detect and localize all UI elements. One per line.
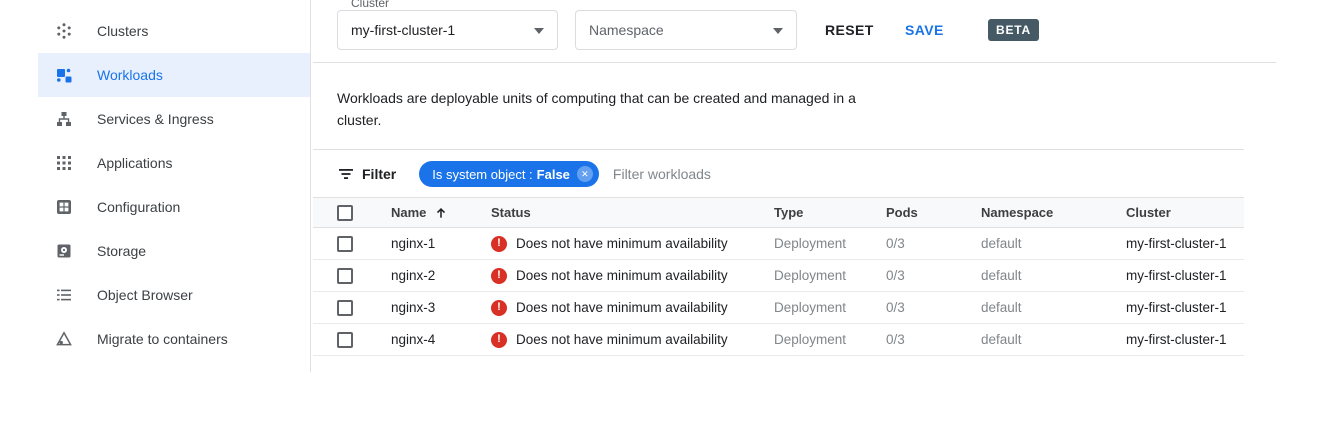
object-browser-icon [55, 286, 73, 304]
table-row[interactable]: nginx-3 ! Does not have minimum availabi… [313, 292, 1244, 324]
filter-chip-text: Is system object : [432, 166, 533, 182]
sort-ascending-icon [434, 206, 448, 220]
workload-cluster: my-first-cluster-1 [1126, 236, 1227, 251]
column-header-name[interactable]: Name [391, 205, 491, 220]
filter-icon [337, 165, 355, 183]
header-checkbox-cell [313, 204, 391, 221]
table-row[interactable]: nginx-4 ! Does not have minimum availabi… [313, 324, 1244, 356]
workload-type: Deployment [774, 332, 847, 347]
workloads-table: Name Status Type Pods Namespace Cluster … [313, 197, 1244, 356]
filter-chip[interactable]: Is system object : False ✕ [419, 161, 599, 187]
error-icon: ! [491, 235, 507, 252]
workload-status: ! Does not have minimum availability [491, 235, 774, 252]
error-icon: ! [491, 267, 507, 284]
sidebar-item-workloads[interactable]: Workloads [38, 53, 310, 97]
column-header-type[interactable]: Type [774, 204, 886, 222]
sidebar: Clusters Workloads Services & Ingress Ap… [0, 9, 310, 361]
workload-status: ! Does not have minimum availability [491, 299, 774, 316]
workload-type: Deployment [774, 268, 847, 283]
filter-chip-value: False [536, 166, 570, 182]
workload-namespace: default [981, 332, 1022, 347]
sidebar-item-applications[interactable]: Applications [38, 141, 310, 185]
row-checkbox[interactable] [337, 331, 353, 348]
clusters-icon [55, 22, 73, 40]
table-header-row: Name Status Type Pods Namespace Cluster [313, 197, 1244, 228]
workload-pods: 0/3 [886, 332, 905, 347]
sidebar-item-label: Clusters [97, 23, 149, 39]
select-all-checkbox[interactable] [337, 204, 353, 221]
sidebar-item-label: Services & Ingress [97, 111, 214, 127]
sidebar-item-object-browser[interactable]: Object Browser [38, 273, 310, 317]
workload-name: nginx-3 [391, 300, 436, 315]
cluster-select[interactable]: Cluster my-first-cluster-1 [337, 0, 558, 50]
status-text: Does not have minimum availability [516, 268, 728, 283]
sidebar-item-services-ingress[interactable]: Services & Ingress [38, 97, 310, 141]
workload-status: ! Does not have minimum availability [491, 267, 774, 284]
dropdown-arrow-icon [534, 28, 544, 34]
services-ingress-icon [55, 110, 73, 128]
configuration-icon [55, 198, 73, 216]
filter-workloads-input[interactable] [612, 166, 833, 182]
sidebar-item-migrate-to-containers[interactable]: Migrate to containers [38, 317, 310, 361]
workload-namespace: default [981, 268, 1022, 283]
filter-bar: Filter Is system object : False ✕ [337, 160, 833, 188]
error-icon: ! [491, 331, 507, 348]
status-text: Does not have minimum availability [516, 236, 728, 251]
sidebar-item-clusters[interactable]: Clusters [38, 9, 310, 53]
table-row[interactable]: nginx-2 ! Does not have minimum availabi… [313, 260, 1244, 292]
applications-icon [55, 154, 73, 172]
workload-namespace: default [981, 236, 1022, 251]
sidebar-item-label: Applications [97, 155, 173, 171]
error-icon: ! [491, 299, 507, 316]
workloads-icon [55, 66, 73, 84]
filter-label: Filter [362, 166, 397, 182]
cluster-select-value: my-first-cluster-1 [351, 22, 456, 38]
column-header-namespace[interactable]: Namespace [981, 204, 1126, 222]
workload-cluster: my-first-cluster-1 [1126, 332, 1227, 347]
toolbar-divider [313, 62, 1276, 63]
column-header-pods[interactable]: Pods [886, 204, 981, 222]
sidebar-item-label: Object Browser [97, 287, 193, 303]
description-divider [313, 149, 1244, 150]
status-text: Does not have minimum availability [516, 332, 728, 347]
sidebar-item-storage[interactable]: Storage [38, 229, 310, 273]
storage-icon [55, 242, 73, 260]
reset-button[interactable]: RESET [825, 22, 874, 38]
column-header-cluster[interactable]: Cluster [1126, 204, 1244, 222]
workload-name: nginx-2 [391, 268, 436, 283]
workload-namespace: default [981, 300, 1022, 315]
row-checkbox[interactable] [337, 235, 353, 252]
save-button[interactable]: SAVE [905, 22, 944, 38]
main-content: Cluster my-first-cluster-1 Namespace RES… [311, 0, 1322, 434]
sidebar-item-label: Storage [97, 243, 147, 259]
workload-pods: 0/3 [886, 300, 905, 315]
sidebar-item-label: Configuration [97, 199, 181, 215]
row-checkbox[interactable] [337, 267, 353, 284]
sidebar-item-label: Migrate to containers [97, 331, 228, 347]
workload-cluster: my-first-cluster-1 [1126, 300, 1227, 315]
beta-badge: BETA [988, 19, 1039, 41]
workload-type: Deployment [774, 300, 847, 315]
cluster-select-label: Cluster [347, 0, 394, 9]
row-checkbox[interactable] [337, 299, 353, 316]
sidebar-item-label: Workloads [97, 67, 163, 83]
workload-pods: 0/3 [886, 236, 905, 251]
workload-type: Deployment [774, 236, 847, 251]
migrate-to-containers-icon [55, 330, 73, 348]
status-text: Does not have minimum availability [516, 300, 728, 315]
column-header-status[interactable]: Status [491, 205, 774, 220]
workload-pods: 0/3 [886, 268, 905, 283]
workload-status: ! Does not have minimum availability [491, 331, 774, 348]
workload-name: nginx-4 [391, 332, 436, 347]
chip-close-icon[interactable]: ✕ [576, 166, 593, 182]
namespace-select-placeholder: Namespace [589, 22, 664, 38]
table-row[interactable]: nginx-1 ! Does not have minimum availabi… [313, 228, 1244, 260]
dropdown-arrow-icon [773, 28, 783, 34]
sidebar-item-configuration[interactable]: Configuration [38, 185, 310, 229]
namespace-select[interactable]: Namespace [575, 10, 797, 50]
workloads-description: Workloads are deployable units of comput… [337, 90, 856, 128]
workload-cluster: my-first-cluster-1 [1126, 268, 1227, 283]
workload-name: nginx-1 [391, 236, 436, 251]
